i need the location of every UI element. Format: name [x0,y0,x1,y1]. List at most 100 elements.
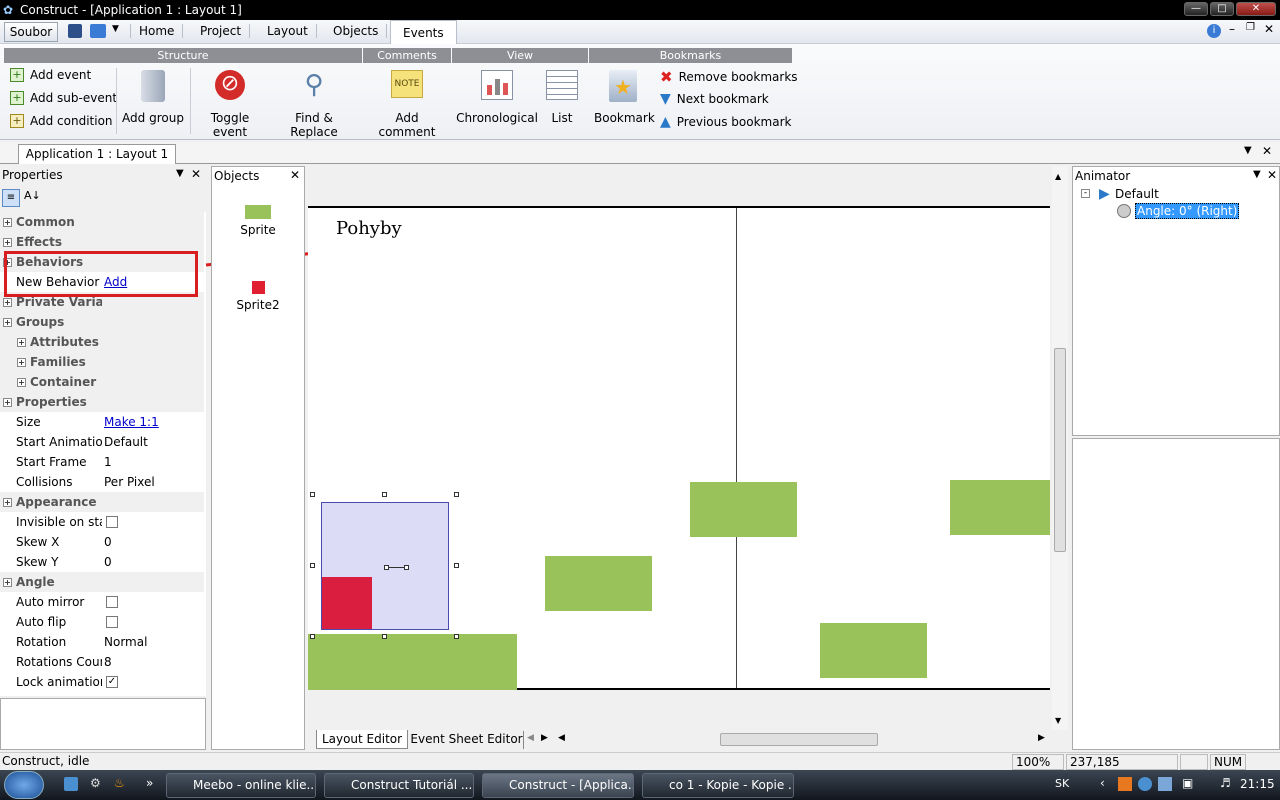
minimize-button[interactable]: — [1184,2,1208,16]
animator-pin-icon[interactable]: ▼ [1253,169,1261,180]
tray-volume-icon[interactable]: ♬ [1220,776,1231,790]
vertical-scroll-thumb[interactable] [1054,348,1066,552]
add-condition-button[interactable]: + Add condition [10,114,113,128]
hscroll-right-icon[interactable]: ▶ [1038,733,1045,743]
property-checkbox[interactable] [106,516,118,528]
property-row-invisible-on-start[interactable]: Invisible on start [0,512,204,532]
property-row-rotation[interactable]: Rotation Normal [0,632,204,652]
quick-access-dropdown-icon[interactable]: ▼ [112,24,119,34]
property-category-families[interactable]: + Families [0,352,204,372]
property-link[interactable]: Make 1:1 [104,412,159,432]
tray-app-icon[interactable] [1158,777,1172,791]
next-bookmark-button[interactable]: ▼ Next bookmark [660,91,769,107]
quicklaunch-icon[interactable]: ⚙ [90,776,101,790]
save-all-icon[interactable] [90,24,106,38]
show-desktop-icon[interactable] [64,777,78,791]
horizontal-scroll-thumb[interactable] [720,733,878,746]
property-row-collisions[interactable]: Collisions Per Pixel [0,472,204,492]
help-icon[interactable]: i [1207,24,1221,38]
ribbon-restore-icon[interactable]: ❐ [1246,22,1255,33]
soubor-menu-button[interactable]: Soubor [4,22,58,42]
toggle-event-button[interactable]: ⊘ Toggle event [192,70,268,139]
hscroll-left-icon[interactable]: ◀ [558,733,565,743]
quicklaunch-icon[interactable]: ♨ [114,776,125,790]
close-animator-icon[interactable]: ✕ [1267,168,1277,182]
clock[interactable]: 21:15 [1240,777,1275,791]
remove-bookmarks-button[interactable]: ✖ Remove bookmarks [660,68,798,86]
expand-icon[interactable]: + [17,378,26,387]
close-window-button[interactable]: ✕ [1236,2,1276,16]
tab-home[interactable]: Home [130,24,184,38]
ribbon-minimize-icon[interactable]: – [1229,22,1235,36]
add-sub-event-button[interactable]: + Add sub-event [10,91,117,105]
sprite-instance[interactable] [308,634,517,690]
resize-handle[interactable] [382,634,387,639]
property-row-lock-animation[interactable]: Lock animation ✓ [0,672,204,692]
property-checkbox[interactable]: ✓ [106,676,118,688]
taskbar-item-construct[interactable]: Construct - [Applica... [482,773,634,798]
scroll-up-icon[interactable]: ▲ [1055,172,1061,181]
close-objects-icon[interactable]: ✕ [290,168,300,182]
property-category-effects[interactable]: + Effects [0,232,204,252]
property-category-properties[interactable]: + Properties [0,392,204,412]
tab-layout[interactable]: Layout [259,24,317,38]
property-category-attributes[interactable]: + Attributes [0,332,204,352]
tray-app-icon[interactable] [1138,777,1152,791]
resize-handle[interactable] [454,634,459,639]
animation-default[interactable]: Default [1115,187,1159,201]
expand-icon[interactable]: + [3,298,12,307]
tray-arrow-icon[interactable]: ‹ [1100,776,1105,790]
resize-handle[interactable] [310,492,315,497]
expand-icon[interactable]: + [3,498,12,507]
add-comment-button[interactable]: NOTE Add comment [366,70,448,139]
sprite-instance[interactable] [690,482,797,537]
ribbon-close-icon[interactable]: ✕ [1264,22,1274,36]
expand-icon[interactable]: + [17,338,26,347]
property-category-container[interactable]: + Container [0,372,204,392]
chronological-button[interactable]: Chronological [456,70,538,125]
object-sprite[interactable]: Sprite [212,205,304,237]
tray-app-icon[interactable] [1118,777,1132,791]
property-category-angle[interactable]: + Angle [0,572,204,592]
hotspot-handle[interactable] [384,565,389,570]
maximize-button[interactable]: □ [1210,2,1234,16]
expand-icon[interactable]: + [17,358,26,367]
property-category-common[interactable]: + Common [0,212,204,232]
property-checkbox[interactable] [106,616,118,628]
document-tab[interactable]: Application 1 : Layout 1 [18,144,176,164]
resize-handle[interactable] [382,492,387,497]
expand-icon[interactable]: + [3,398,12,407]
taskbar-item-meebo[interactable]: Meebo - online klie... [166,773,316,798]
start-button[interactable] [4,771,44,799]
previous-bookmark-button[interactable]: ▲ Previous bookmark [660,114,791,130]
layout-canvas[interactable]: Pohyby [308,166,1050,730]
event-sheet-editor-tab[interactable]: Event Sheet Editor [410,731,524,749]
scroll-down-icon[interactable]: ▼ [1055,716,1061,725]
layout-editor-tab[interactable]: Layout Editor [316,730,408,749]
layout-area[interactable]: Pohyby [308,206,1050,690]
expand-icon[interactable]: + [3,218,12,227]
taskbar-item-construct-tutorial[interactable]: Construct Tutoriál ... [324,773,474,798]
sprite-instance[interactable] [545,556,652,611]
expand-icon[interactable]: + [3,238,12,247]
taskbar-item-co1[interactable]: co 1 - Kopie - Kopie ... [642,773,794,798]
tab-objects[interactable]: Objects [325,24,388,38]
close-properties-icon[interactable]: ✕ [191,167,201,181]
resize-handle[interactable] [454,563,459,568]
add-event-button[interactable]: + Add event [10,68,91,82]
language-indicator[interactable]: SK [1055,777,1069,790]
close-document-icon[interactable]: ✕ [1262,144,1272,158]
sprite-instance[interactable] [950,480,1050,535]
resize-handle[interactable] [310,634,315,639]
property-row-auto-flip[interactable]: Auto flip [0,612,204,632]
property-row-start-animation[interactable]: Start Animation Default [0,432,204,452]
tray-network-icon[interactable]: ▣ [1182,776,1193,790]
find-replace-button[interactable]: ⚲ Find & Replace [272,70,356,139]
property-row-start-frame[interactable]: Start Frame 1 [0,452,204,472]
property-row-skew-y[interactable]: Skew Y 0 [0,552,204,572]
property-row-auto-mirror[interactable]: Auto mirror [0,592,204,612]
tab-scroll-right-icon[interactable]: ▶ [541,733,548,743]
resize-handle[interactable] [454,492,459,497]
categorized-view-icon[interactable]: ≡ [2,189,20,207]
save-icon[interactable] [68,24,82,38]
